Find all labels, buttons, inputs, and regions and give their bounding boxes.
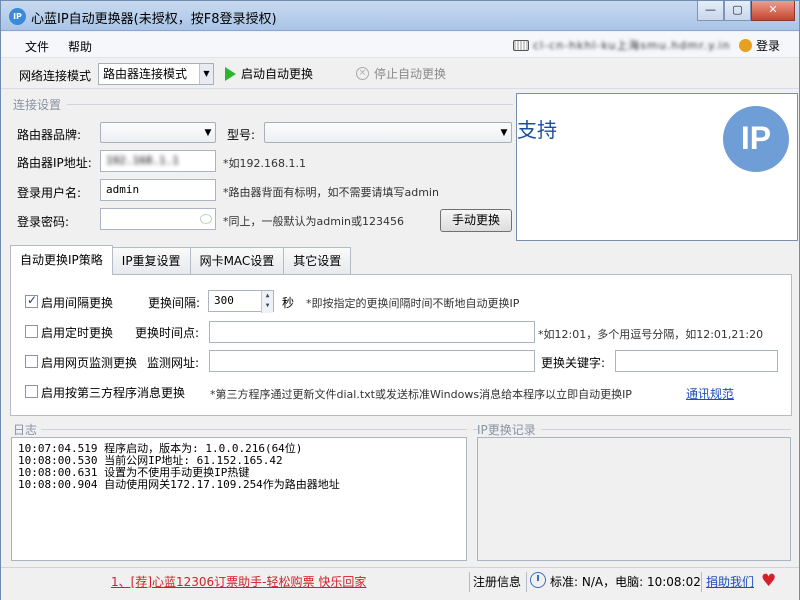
window-controls: — ▢ ✕ <box>697 1 795 21</box>
password-label: 登录密码: <box>17 215 70 229</box>
start-auto-label: 启动自动更换 <box>241 67 314 81</box>
model-select[interactable]: ▼ <box>264 122 512 143</box>
interval-hint: *即按指定的更换间隔时间不断地自动更换IP <box>306 297 520 310</box>
stop-auto-button[interactable]: × 停止自动更换 <box>356 65 446 82</box>
monitor-url-label: 监测网址: <box>147 356 200 370</box>
stop-icon: × <box>356 67 369 80</box>
mode-label: 网络连接模式 <box>19 69 92 83</box>
third-party-checkbox-label: 启用按第三方程序消息更换 <box>41 386 186 400</box>
brand-label: 路由器品牌: <box>17 128 82 142</box>
interval-spinner[interactable]: ▲ ▼ <box>261 291 273 313</box>
router-ip-hint: *如192.168.1.1 <box>223 157 306 170</box>
stop-auto-label: 停止自动更换 <box>374 67 447 81</box>
timed-field-label: 更换时间点: <box>135 326 200 340</box>
username-label: 登录用户名: <box>17 186 82 200</box>
minimize-button[interactable]: — <box>697 1 724 21</box>
connection-group-title: 连接设置 <box>13 98 62 112</box>
records-title: IP更换记录 <box>477 423 536 437</box>
third-party-checkbox[interactable] <box>25 385 38 398</box>
interval-unit: 秒 <box>282 296 295 310</box>
web-monitor-checkbox[interactable] <box>25 355 38 368</box>
protocol-link[interactable]: 通讯规范 <box>686 385 734 402</box>
status-bar: 1、[荐]心蓝12306订票助手-轻松购票 快乐回家 注册信息 标准: N/A，… <box>1 567 799 600</box>
chevron-down-icon: ▼ <box>204 128 212 138</box>
model-label: 型号: <box>227 128 256 142</box>
heart-icon[interactable]: ♥ <box>761 571 776 591</box>
toolbar: 网络连接模式 路由器连接模式 ▼ 启动自动更换 × 停止自动更换 <box>1 59 799 89</box>
window-title: 心蓝IP自动更换器(未授权，按F8登录授权) <box>31 12 277 27</box>
register-info[interactable]: 注册信息 <box>473 573 521 590</box>
strategy-tabs: 自动更换IP策略 IP重复设置 网卡MAC设置 其它设置 <box>10 245 352 275</box>
username-input[interactable]: admin <box>100 179 216 201</box>
ad-text: 支持 <box>517 118 557 142</box>
mode-select[interactable]: 路由器连接模式 ▼ <box>98 63 214 85</box>
timed-checkbox[interactable] <box>25 325 38 338</box>
menu-bar: 文件 帮助 cl-cn-hkhl-ku上海smu.hdmr.y.in 登录 <box>1 32 799 58</box>
status-separator <box>469 572 470 592</box>
menu-file[interactable]: 文件 <box>25 38 49 55</box>
chevron-down-icon: ▼ <box>199 64 213 84</box>
log-list[interactable]: 10:07:04.519 程序启动，版本为: 1.0.0.216(64位) 10… <box>11 437 467 561</box>
donate-link[interactable]: 捐助我们 <box>706 573 754 590</box>
ad-banner[interactable]: 支持 IP <box>516 93 798 241</box>
keyboard-icon <box>513 39 529 51</box>
close-button[interactable]: ✕ <box>751 1 795 21</box>
log-line: 10:08:00.904 自动使用网关172.17.109.254作为路由器地址 <box>18 478 340 491</box>
router-ip-input[interactable]: 192.168.1.1 <box>100 150 216 172</box>
time-status: 标准: N/A，电脑: 10:08:02 <box>550 575 701 589</box>
router-ip-value: 192.168.1.1 <box>106 154 179 167</box>
chevron-down-icon: ▼ <box>500 128 508 138</box>
start-auto-button[interactable]: 启动自动更换 <box>225 65 313 82</box>
timed-checkbox-label: 启用定时更换 <box>41 326 114 340</box>
timed-hint: *如12:01，多个用逗号分隔，如12:01,21:20 <box>538 328 764 341</box>
eye-icon[interactable] <box>200 214 212 224</box>
interval-checkbox[interactable] <box>25 293 38 308</box>
records-divider <box>541 429 791 430</box>
web-monitor-checkbox-label: 启用网页监测更换 <box>41 356 138 370</box>
third-party-hint: *第三方程序通过更新文件dial.txt或发送标准Windows消息给本程序以立… <box>210 388 632 401</box>
maximize-button[interactable]: ▢ <box>724 1 751 21</box>
tab-other-settings[interactable]: 其它设置 <box>283 247 352 275</box>
router-ip-label: 路由器IP地址: <box>17 156 92 170</box>
title-bar[interactable]: IP 心蓝IP自动更换器(未授权，按F8登录授权) — ▢ ✕ <box>1 1 799 31</box>
menu-help[interactable]: 帮助 <box>68 38 92 55</box>
log-title: 日志 <box>13 423 38 437</box>
play-icon <box>225 66 236 81</box>
machine-info-text: cl-cn-hkhl-ku上海smu.hdmr.y.in <box>533 39 731 52</box>
mode-select-value: 路由器连接模式 <box>103 67 188 81</box>
password-hint: *同上，一般默认为admin或123456 <box>223 215 404 228</box>
tab-auto-strategy[interactable]: 自动更换IP策略 <box>10 245 113 275</box>
interval-input[interactable]: 300 ▲ ▼ <box>208 290 274 313</box>
brand-select[interactable]: ▼ <box>100 122 216 143</box>
keyword-label: 更换关键字: <box>541 356 606 370</box>
monitor-url-input[interactable] <box>209 350 535 372</box>
interval-field-label: 更换间隔: <box>148 296 201 310</box>
log-divider <box>41 429 467 430</box>
ip-records-list[interactable] <box>477 437 791 561</box>
status-separator <box>526 572 527 592</box>
manual-change-button[interactable]: 手动更换 <box>440 209 512 232</box>
spin-down-icon[interactable]: ▼ <box>262 301 273 311</box>
interval-checkbox-label: 启用间隔更换 <box>41 296 114 310</box>
clock-icon <box>530 572 546 588</box>
app-window: IP 心蓝IP自动更换器(未授权，按F8登录授权) — ▢ ✕ 文件 帮助 cl… <box>0 0 800 600</box>
ip-logo-icon: IP <box>723 106 789 172</box>
status-separator <box>701 572 702 592</box>
user-icon <box>739 39 752 52</box>
password-input[interactable] <box>100 208 216 230</box>
group-divider <box>67 104 513 105</box>
machine-info: cl-cn-hkhl-ku上海smu.hdmr.y.in <box>513 37 730 53</box>
timed-input[interactable] <box>209 321 535 343</box>
tab-mac-settings[interactable]: 网卡MAC设置 <box>189 247 285 275</box>
interval-value: 300 <box>214 294 234 307</box>
app-logo-icon: IP <box>9 8 26 25</box>
spin-up-icon[interactable]: ▲ <box>262 291 273 301</box>
login-label: 登录 <box>756 39 781 53</box>
promo-link[interactable]: 1、[荐]心蓝12306订票助手-轻松购票 快乐回家 <box>111 573 366 590</box>
username-hint: *路由器背面有标明，如不需要请填写admin <box>223 186 439 199</box>
keyword-input[interactable] <box>615 350 778 372</box>
tab-ip-repeat[interactable]: IP重复设置 <box>111 247 191 275</box>
login-button[interactable]: 登录 <box>739 37 780 54</box>
